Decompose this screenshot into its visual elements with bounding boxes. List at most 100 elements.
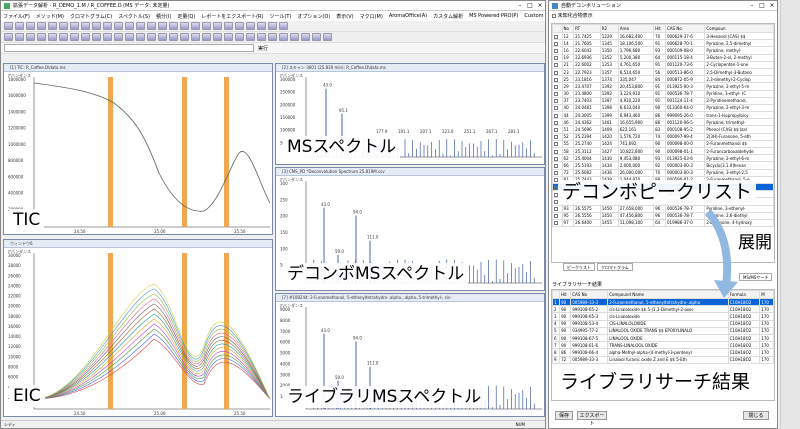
- row-checkbox[interactable]: [554, 41, 558, 46]
- library-table[interactable]: Hit CAS No Compound Name Formula M 1 90 005989-…: [552, 290, 774, 364]
- minimize-icon[interactable]: –: [515, 1, 525, 10]
- toolbar-button[interactable]: [180, 22, 189, 30]
- row-checkbox[interactable]: [554, 106, 558, 111]
- tab-peaklist[interactable]: ピークリスト: [563, 263, 595, 271]
- menu-item[interactable]: ツール(T): [269, 13, 291, 20]
- table-row[interactable]: 7 90 999108-61-6 TRANS-LINALOOL OXIDE C10H18…: [552, 341, 774, 350]
- table-row[interactable]: 12 21.7425 1229 16,682,400 70 000629-37-6 3-He…: [552, 31, 774, 41]
- toolbar-button[interactable]: [323, 33, 332, 41]
- column-header[interactable]: Compoun: [704, 24, 774, 33]
- close-icon[interactable]: ×: [535, 1, 545, 10]
- row-checkbox[interactable]: [554, 113, 558, 118]
- row-checkbox[interactable]: [554, 56, 558, 61]
- table-row[interactable]: 44 24.3005 1399 6,943,460 86 999095-26-0 trans…: [552, 111, 774, 120]
- row-checkbox[interactable]: [554, 163, 558, 168]
- toolbar-button[interactable]: [92, 33, 101, 41]
- toolbar-button[interactable]: [92, 22, 101, 30]
- row-checkbox[interactable]: [554, 149, 558, 154]
- table-row[interactable]: 25 23.1816 1374 335,047 84 000872-05-9 2,3-dim…: [552, 75, 774, 84]
- toolbar-button[interactable]: [48, 22, 57, 30]
- toolbar-button[interactable]: [202, 22, 211, 30]
- run-label[interactable]: 実行: [258, 45, 268, 52]
- column-header[interactable]: M: [759, 290, 774, 299]
- toolbar-button[interactable]: [59, 22, 68, 30]
- row-checkbox[interactable]: [554, 120, 558, 125]
- close-button[interactable]: 閉じる: [743, 411, 769, 420]
- toolbar-button[interactable]: [26, 33, 35, 41]
- table-row[interactable]: 4 90 999108-53-4 CIS-LINALOLOXIDE C10H18O2 17…: [552, 319, 774, 328]
- column-header[interactable]: No: [561, 24, 575, 33]
- toolbar-button[interactable]: [290, 33, 299, 41]
- toolbar-button[interactable]: [257, 33, 266, 41]
- toolbar-button[interactable]: [246, 33, 255, 41]
- row-checkbox[interactable]: [554, 221, 558, 226]
- row-checkbox[interactable]: [554, 70, 558, 75]
- menu-item[interactable]: Custom: [524, 13, 543, 19]
- menu-item[interactable]: スペクトル(S): [118, 13, 150, 20]
- column-header[interactable]: Area: [617, 24, 655, 33]
- toolbar-button[interactable]: [125, 33, 134, 41]
- unknown-checkbox[interactable]: [552, 13, 556, 18]
- toolbar-button[interactable]: [103, 33, 112, 41]
- menu-item[interactable]: MS Powered PRO(P): [469, 13, 518, 19]
- table-row[interactable]: 40 24.0481 1398 6,633,040 90 013360-64-0 Pyraz…: [552, 103, 774, 113]
- toolbar-button[interactable]: [4, 33, 13, 41]
- toolbar-button[interactable]: [246, 22, 255, 30]
- toolbar-button[interactable]: [169, 22, 178, 30]
- tab-chromatogram[interactable]: クロマトグラム: [597, 263, 633, 271]
- menu-item[interactable]: オプション(O): [297, 13, 330, 20]
- table-row[interactable]: 23 22.7923 1357 6,514,650 56 000513-86-0 2,5-D…: [552, 67, 774, 77]
- side-close-icon[interactable]: ×: [767, 1, 777, 10]
- table-row[interactable]: 19 22.6936 1352 5,200,380 64 000115-18-4 3-But…: [552, 53, 774, 62]
- row-checkbox[interactable]: [554, 63, 558, 68]
- tic-plot[interactable]: 1800000 1600000 1400000 1200000 1000000 80000…: [4, 73, 273, 235]
- toolbar-button[interactable]: [15, 22, 24, 30]
- toolbar-button[interactable]: [312, 33, 321, 41]
- column-header[interactable]: Hit: [559, 290, 572, 299]
- row-checkbox[interactable]: [554, 207, 558, 212]
- side-minimize-icon[interactable]: –: [747, 1, 757, 10]
- toolbar-button[interactable]: [235, 33, 244, 41]
- toolbar-button[interactable]: [224, 33, 233, 41]
- row-checkbox[interactable]: [554, 156, 558, 161]
- toolbar-button[interactable]: [81, 22, 90, 30]
- table-row[interactable]: 51 24.5696 1409 622,161 83 000108-95-2 Phenol …: [552, 125, 774, 134]
- table-row[interactable]: 52 25.2394 1420 1,576,720 74 000097-99-4 2(3H)…: [552, 132, 774, 141]
- toolbar-button[interactable]: [213, 22, 222, 30]
- menu-item[interactable]: 定量(Q): [177, 13, 195, 20]
- toolbar-button[interactable]: [202, 33, 211, 41]
- toolbar-button[interactable]: [4, 22, 13, 30]
- method-combo[interactable]: [4, 44, 254, 52]
- menu-item[interactable]: クロマトグラム(C): [70, 13, 112, 20]
- table-row[interactable]: 37 23.7403 1397 4,910,220 91 001124-11-4 2-Pyr…: [552, 96, 774, 105]
- toolbar-button[interactable]: [125, 22, 134, 30]
- toolbar-button[interactable]: [158, 33, 167, 41]
- row-checkbox[interactable]: [554, 48, 558, 53]
- toolbar-button[interactable]: [70, 33, 79, 41]
- column-header[interactable]: R2: [599, 24, 619, 33]
- table-row[interactable]: 9 72 005989-33-3 Linalool furanic oxide Z a…: [552, 355, 774, 364]
- table-row[interactable]: 46 24.4362 1401 16,655,900 86 001120-06-5 Pyra…: [552, 118, 774, 127]
- table-row[interactable]: 72 25.6082 1436 26,000,000 70 000003-00-3 Pyra…: [552, 168, 774, 177]
- table-row[interactable]: 3 90 999108-65-3 cis-Linaloloxide C10H18O2 17…: [552, 312, 774, 321]
- toolbar-button[interactable]: [213, 33, 222, 41]
- menu-item[interactable]: 積分(I): [156, 13, 171, 20]
- table-row[interactable]: 5 90 034995-77-2 LINALOOL OXIDE TRANS $$ EP…: [552, 326, 774, 335]
- toolbar-button[interactable]: [81, 33, 90, 41]
- menu-item[interactable]: AromaOffice(A): [389, 13, 427, 19]
- row-checkbox[interactable]: [554, 92, 558, 97]
- row-checkbox[interactable]: [554, 99, 558, 104]
- outer-scrollbar[interactable]: [780, 0, 800, 429]
- column-header[interactable]: Hit: [653, 24, 666, 33]
- toolbar-button[interactable]: [70, 22, 79, 30]
- toolbar-button[interactable]: [235, 22, 244, 30]
- table-row[interactable]: 58 25.3112 1427 10,822,800 90 000098-01-1 2-Fu…: [552, 146, 774, 156]
- table-row[interactable]: 55 25.2740 1424 741,692 90 000098-00-0 2-Furan…: [552, 139, 774, 149]
- side-maximize-icon[interactable]: □: [757, 1, 767, 10]
- table-row[interactable]: 30 23.4800 1392 3,224,910 91 000536-78-7 Pyrid…: [552, 89, 774, 98]
- table-row[interactable]: 2 90 999108-65-2 cis-Linaloloxide $$ 5-(1,3…: [552, 305, 774, 314]
- toolbar-button[interactable]: [26, 22, 35, 30]
- toolbar-button[interactable]: [268, 33, 277, 41]
- toolbar-button[interactable]: [279, 22, 288, 30]
- tab-msms-search[interactable]: MS/MSサーチ: [739, 273, 773, 281]
